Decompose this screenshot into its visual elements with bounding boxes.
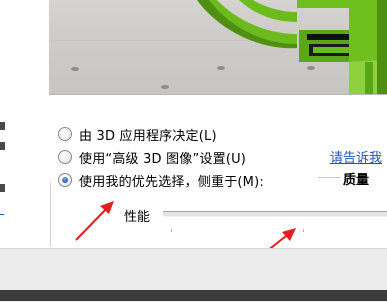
taskbar [0,290,387,301]
